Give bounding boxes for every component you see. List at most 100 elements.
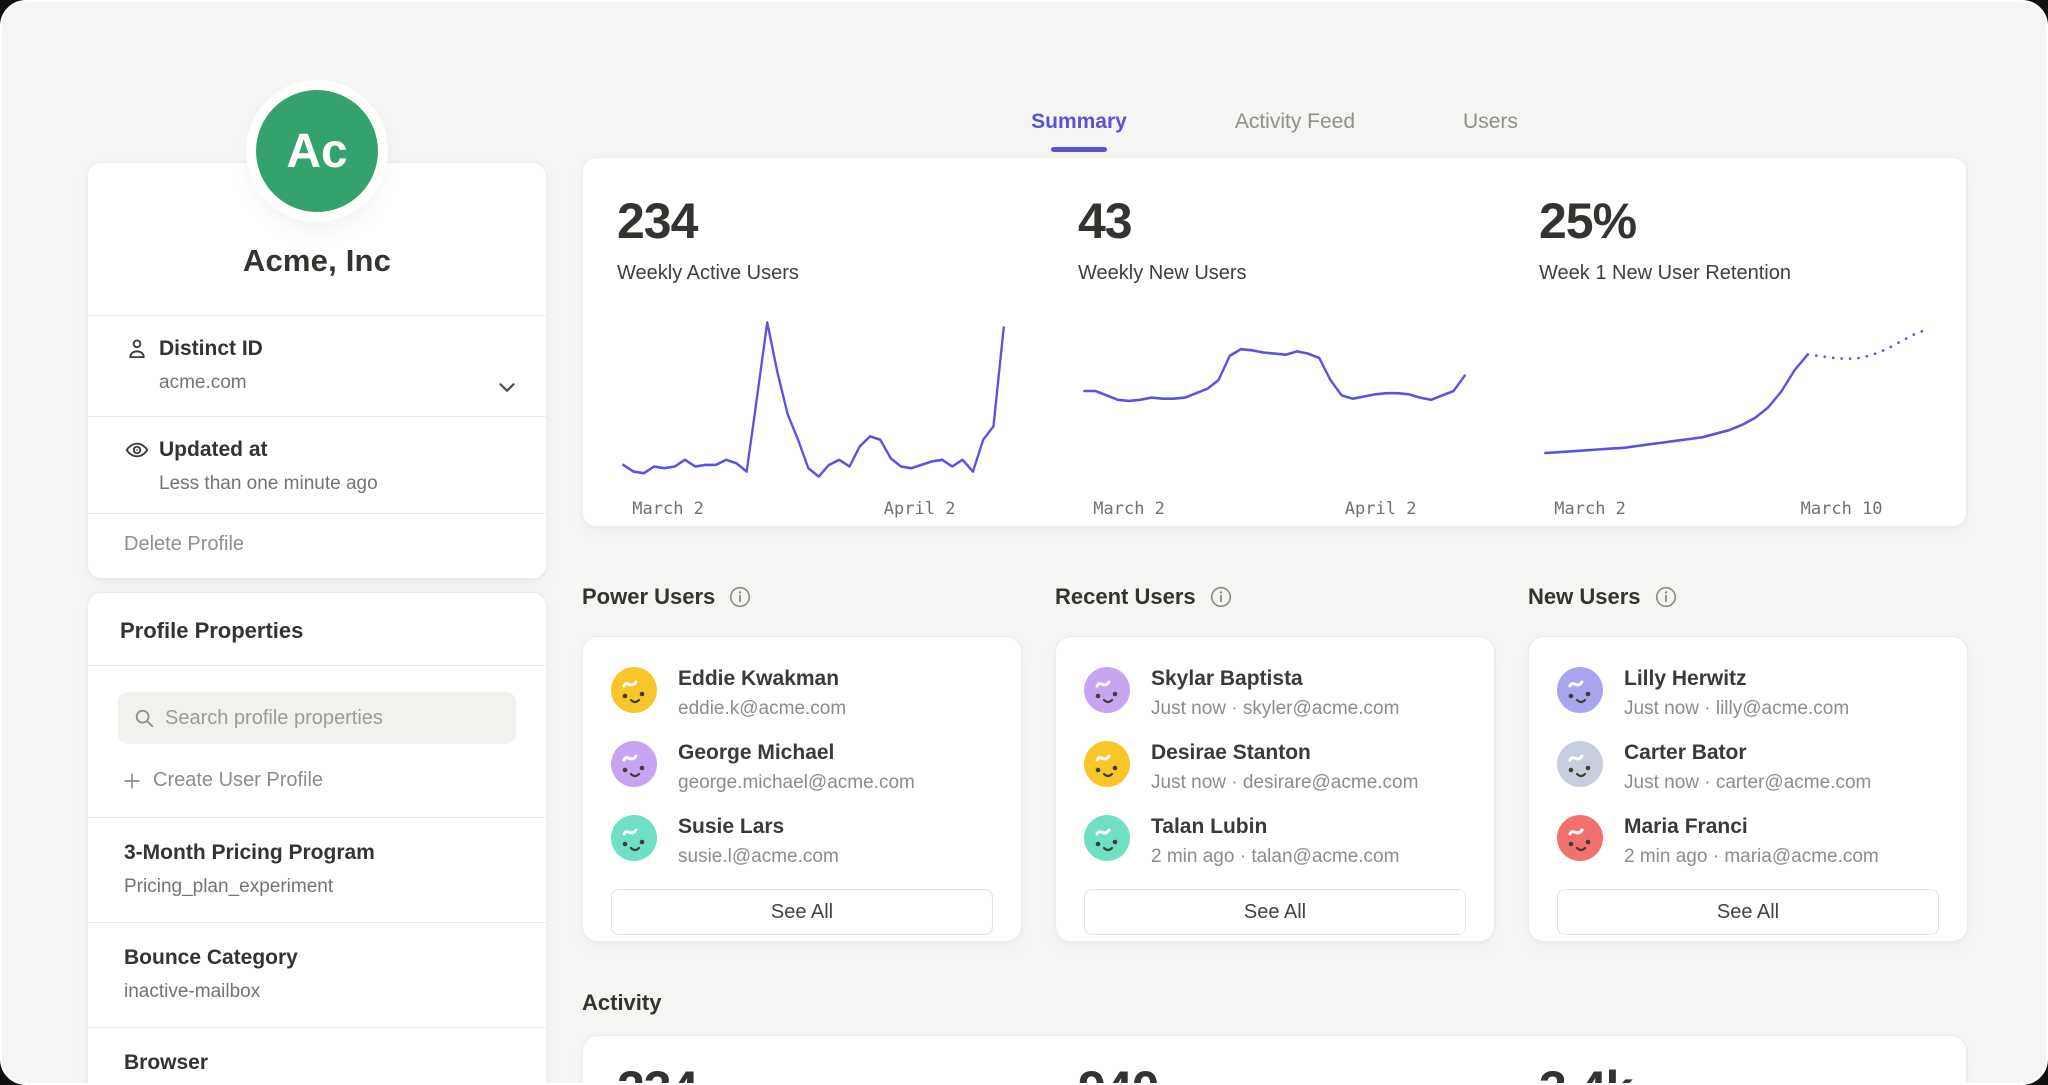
search-profile-properties[interactable] [118,692,516,744]
search-input[interactable] [165,707,501,730]
avatar-face [611,741,657,787]
info-icon[interactable] [728,585,752,609]
avatar-face [1084,667,1130,713]
user-avatar [611,815,657,861]
user-subtext: Just now · lilly@acme.com [1624,698,1849,720]
user-info: Carter BatorJust now · carter@acme.com [1624,741,1871,794]
main-content: Summary Activity Feed Users 234 Weekly Acti… [582,2,1967,1083]
user-subtext: susie.l@acme.com [678,846,839,868]
stat-value-week-1-new-user-retention: 25% [1539,196,1932,246]
plus-icon [122,771,142,791]
avatar-face [611,667,657,713]
tab-users[interactable]: Users [1459,104,1522,152]
sparkline-chart [1539,307,1932,497]
user-name: Maria Franci [1624,815,1879,839]
section-title: New Users [1528,584,1641,610]
user-avatar [1084,667,1130,713]
user-name: Skylar Baptista [1151,667,1399,691]
info-icon[interactable] [1209,585,1233,609]
section-recent-users: Recent Users Skylar BaptistaJust now · sk… [1055,578,1495,942]
user-row-talan-lubin[interactable]: Talan Lubin2 min ago · talan@acme.com [1084,815,1474,868]
avatar-face [1557,815,1603,861]
profile-properties-card: Profile Properties Create User Profile 3… [87,592,547,1085]
sparkline-weekly-new-users [1078,307,1471,497]
activity-stat-value: 234 [617,1064,1010,1085]
user-row-susie-lars[interactable]: Susie Larssusie.l@acme.com [611,815,1001,868]
user-info: Eddie Kwakman eddie.k@acme.com [678,667,846,720]
profile-properties-title: Profile Properties [88,593,546,666]
x-tick-start: March 2 [1093,499,1165,519]
user-subtext: 2 min ago · maria@acme.com [1624,846,1879,868]
user-row-george-michael[interactable]: George Michaelgeorge.michael@acme.com [611,741,1001,794]
tab-summary[interactable]: Summary [1027,104,1131,152]
x-axis-ticks: March 2April 2 [1078,499,1471,527]
user-avatar [1084,815,1130,861]
x-tick-end: March 10 [1801,499,1883,519]
user-subtext: Just now · carter@acme.com [1624,772,1871,794]
user-name: Desirae Stanton [1151,741,1418,765]
user-list-card: Lilly Herwitz Just now · lilly@acme.com Ca… [1528,636,1968,942]
delete-profile-button[interactable]: Delete Profile [88,513,546,578]
user-row-desirae-stanton[interactable]: Desirae Stanton Just now · desirare@acme.… [1084,741,1474,794]
user-avatar [1557,815,1603,861]
x-axis-ticks: March 2 April 2 [617,499,1010,527]
info-icon[interactable] [1654,585,1678,609]
property-row-browser[interactable]: BrowserChrome [88,1028,546,1085]
stat-label-week-1-new-user-retention: Week 1 New User Retention [1539,262,1932,285]
updated-at-row: Updated at Less than one minute ago [88,416,546,513]
user-info: Maria Franci 2 min ago · maria@acme.com [1624,815,1879,868]
user-row-skylar-baptista[interactable]: Skylar BaptistaJust now · skyler@acme.co… [1084,667,1474,720]
search-icon [133,707,155,729]
see-all-button[interactable]: See All [611,889,993,935]
user-name: Eddie Kwakman [678,667,846,691]
user-row-eddie-kwakman[interactable]: Eddie Kwakman eddie.k@acme.com [611,667,1001,720]
user-row-lilly-herwitz[interactable]: Lilly Herwitz Just now · lilly@acme.com [1557,667,1947,720]
activity-card: 2349403.4k [582,1035,1967,1085]
user-name: Lilly Herwitz [1624,667,1849,691]
app-window: Ac Acme, Inc Distinct ID acme.com [0,0,2048,1085]
user-subtext: george.michael@acme.com [678,772,915,794]
avatar-face [611,815,657,861]
distinct-id-row[interactable]: Distinct ID acme.com [88,315,546,416]
profile-properties-list: 3-Month Pricing ProgramPricing_plan_expe… [88,818,546,1085]
company-avatar: Ac [256,90,378,212]
x-tick-start: March 2 [632,499,704,519]
stat-value-weekly-new-users: 43 [1078,196,1471,246]
property-row-bounce-category[interactable]: Bounce Categoryinactive-mailbox [88,923,546,1028]
avatar-face [1084,741,1130,787]
avatar-face [1557,667,1603,713]
sparkline-chart [617,307,1010,497]
x-tick-start: March 2 [1554,499,1626,519]
section-header-recent-users: Recent Users [1055,578,1495,616]
user-info: Susie Larssusie.l@acme.com [678,815,839,868]
user-avatar [1084,741,1130,787]
tab-label: Summary [1031,110,1127,133]
property-row-3-month-pricing-program[interactable]: 3-Month Pricing ProgramPricing_plan_expe… [88,818,546,923]
x-tick-end: April 2 [884,499,956,519]
see-all-button[interactable]: See All [1557,889,1939,935]
section-new-users: New Users Lilly Herwitz Just now · lilly@a… [1528,578,1968,942]
see-all-button[interactable]: See All [1084,889,1466,935]
profile-sidebar: Ac Acme, Inc Distinct ID acme.com [87,2,547,1083]
tab-activity-feed[interactable]: Activity Feed [1231,104,1359,152]
user-avatar [611,741,657,787]
user-subtext: eddie.k@acme.com [678,698,846,720]
stat-label-weekly-active-users: Weekly Active Users [617,262,1010,285]
create-user-profile-button[interactable]: Create User Profile [88,744,546,818]
avatar-face [1084,815,1130,861]
user-row-maria-franci[interactable]: Maria Franci 2 min ago · maria@acme.com [1557,815,1947,868]
stat-label-weekly-new-users: Weekly New Users [1078,262,1471,285]
activity-section-title: Activity [582,990,661,1016]
sparkline-chart [1078,307,1471,497]
profile-tabs: Summary Activity Feed Users [582,104,1967,152]
user-row-carter-bator[interactable]: Carter BatorJust now · carter@acme.com [1557,741,1947,794]
activity-stat-1: 234 [583,1036,1044,1085]
section-header-new-users: New Users [1528,578,1968,616]
summary-stats-card: 234Weekly Active UsersMarch 2April 243We… [582,157,1967,527]
user-subtext: Just now · desirare@acme.com [1151,772,1418,794]
chevron-down-icon[interactable] [494,374,520,400]
user-info: Desirae Stanton Just now · desirare@acme.… [1151,741,1418,794]
activity-stat-2: 940 [1044,1036,1505,1085]
stat-weekly-new-users: 43 Weekly New Users March 2April 2 [1044,158,1505,526]
active-tab-underline [1051,147,1107,152]
